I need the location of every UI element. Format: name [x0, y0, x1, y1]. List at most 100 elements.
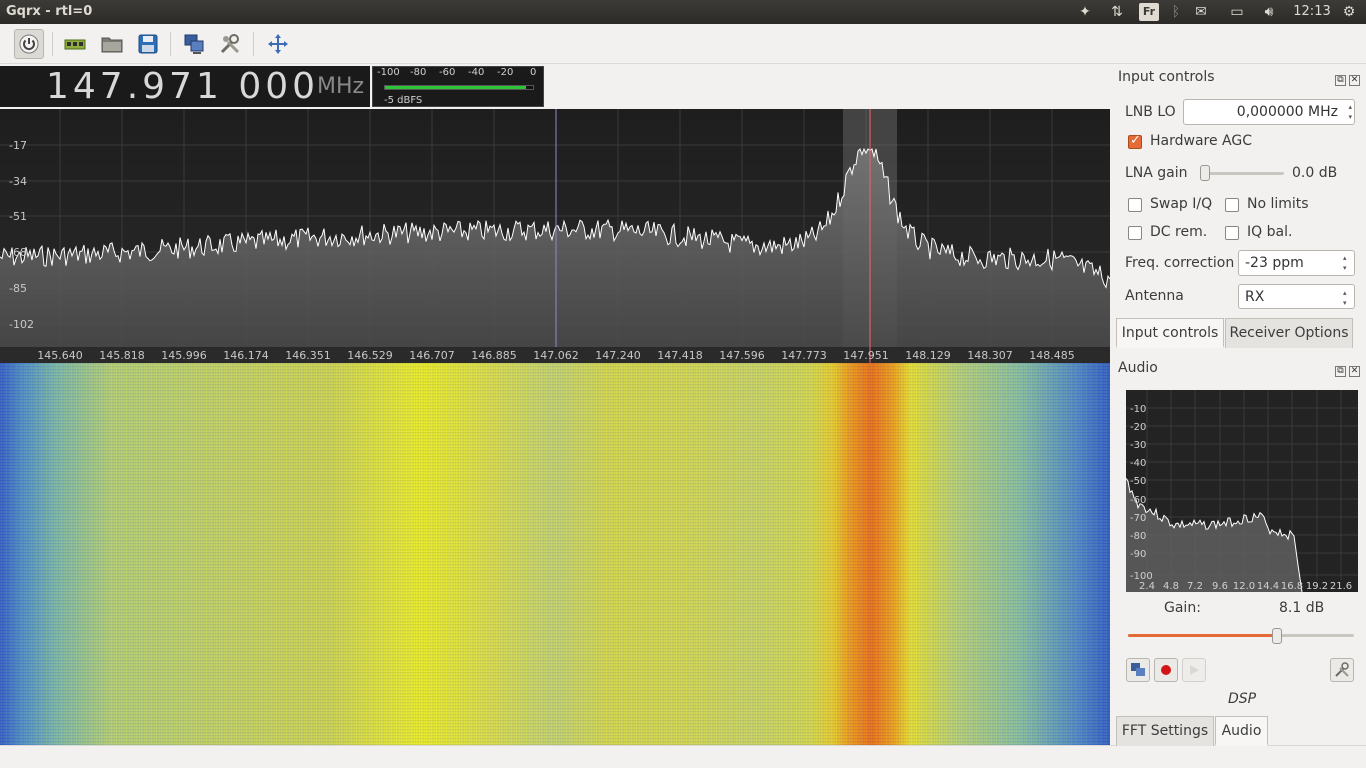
- spectrum-freq-label: 148.485: [1029, 349, 1075, 362]
- dc-rem-checkbox[interactable]: [1128, 226, 1142, 240]
- configure-button[interactable]: [215, 29, 245, 59]
- audio-gain-label: Gain:: [1164, 600, 1201, 616]
- audio-streaming-button[interactable]: [1126, 658, 1150, 682]
- spin-arrows-icon[interactable]: ▴ ▾: [1343, 253, 1352, 273]
- remote-control-icon: [184, 34, 204, 54]
- audio-play-button[interactable]: [1182, 658, 1206, 682]
- spectrum-db-label: -34: [9, 175, 27, 188]
- toolbar-separator: [253, 32, 254, 56]
- lna-gain-label: LNA gain: [1125, 165, 1188, 181]
- spectrum-freq-label: 145.640: [37, 349, 83, 362]
- fullscreen-arrows-icon: [268, 34, 288, 54]
- meter-scale-label: -100: [377, 67, 400, 78]
- spectrum-plot[interactable]: -17 -34 -51 -68 -85 -102 145.640 145.818 145.996…: [0, 109, 1110, 363]
- audio-options-button[interactable]: [1330, 658, 1354, 682]
- io-devices-button[interactable]: [60, 29, 90, 59]
- spin-arrows-icon[interactable]: ▴ ▾: [1343, 102, 1352, 122]
- meter-reading: -5 dBFS: [384, 95, 423, 106]
- audio-fft-plot: -10 -20 -30 -40 -50 -60 -70 -80 -90 -100 2.4 4.8 7.2…: [1125, 390, 1358, 593]
- top-panel: Gqrx - rtl=0 ✦ ⇅ Fr ᛒ ✉ ▭ 🔊︎ 12:13 ⚙: [0, 0, 1366, 24]
- close-icon[interactable]: ✕: [1349, 75, 1360, 86]
- tab-input-controls[interactable]: Input controls: [1116, 318, 1224, 348]
- spectrum-freq-label: 146.351: [285, 349, 331, 362]
- save-settings-button[interactable]: [133, 29, 163, 59]
- swap-iq-checkbox[interactable]: [1128, 198, 1142, 212]
- antenna-label: Antenna: [1125, 288, 1184, 304]
- toolbar-separator: [52, 32, 53, 56]
- audio-gain-handle[interactable]: [1272, 628, 1283, 644]
- close-icon[interactable]: ✕: [1349, 366, 1360, 377]
- hardware-agc-label: Hardware AGC: [1150, 133, 1252, 149]
- tab-audio[interactable]: Audio: [1215, 716, 1268, 746]
- spectrum-db-label: -51: [9, 210, 27, 223]
- audio-db-label: -30: [1130, 440, 1146, 451]
- main-toolbar: [0, 24, 1366, 64]
- frequency-display[interactable]: 147.971 000 MHz: [0, 66, 370, 107]
- lnb-lo-label: LNB LO: [1125, 104, 1176, 120]
- audio-db-label: -40: [1130, 458, 1146, 469]
- audio-fft-svg: -10-20-30-40-50-60-70-80-90-1002.4 4.8 7.2…: [1125, 390, 1358, 593]
- clock[interactable]: 12:13: [1292, 3, 1332, 21]
- window-title: Gqrx - rtl=0: [6, 4, 93, 19]
- meter-scale-label: -80: [410, 67, 427, 78]
- system-gear-icon[interactable]: ⚙: [1338, 3, 1360, 21]
- load-settings-button[interactable]: [97, 29, 127, 59]
- network-stream-icon: [1131, 663, 1145, 676]
- status-bar: [0, 745, 1366, 768]
- antenna-select[interactable]: RX ▴ ▾: [1238, 284, 1355, 309]
- meter-fill: [385, 86, 526, 89]
- keyboard-layout-indicator[interactable]: Fr: [1139, 3, 1159, 21]
- lnb-lo-field[interactable]: 0,000000 MHz ▴ ▾: [1183, 99, 1355, 125]
- start-dsp-button[interactable]: [14, 29, 44, 59]
- freq-correction-value: -23 ppm: [1245, 255, 1304, 271]
- audio-freq-label: 12.0: [1233, 581, 1255, 592]
- fullscreen-button[interactable]: [263, 29, 293, 59]
- audio-db-label: -90: [1130, 549, 1146, 560]
- remote-control-button[interactable]: [179, 29, 209, 59]
- audio-record-button[interactable]: [1154, 658, 1178, 682]
- tab-receiver-options[interactable]: Receiver Options: [1225, 318, 1353, 348]
- bluetooth-icon[interactable]: ᛒ: [1166, 3, 1186, 21]
- no-limits-checkbox[interactable]: [1225, 198, 1239, 212]
- lna-gain-value: 0.0 dB: [1292, 165, 1338, 181]
- spectrum-freq-label: 145.818: [99, 349, 145, 362]
- audio-title: Audio: [1118, 360, 1158, 376]
- open-folder-icon: [101, 37, 123, 53]
- audio-db-label: -70: [1130, 513, 1146, 524]
- float-icon[interactable]: ⧉: [1335, 366, 1346, 377]
- freq-correction-field[interactable]: -23 ppm ▴ ▾: [1238, 250, 1355, 276]
- configure-tools-icon: [220, 34, 240, 54]
- configure-tools-icon: [1335, 662, 1349, 677]
- spectrum-freq-label: 147.418: [657, 349, 703, 362]
- audio-db-label: -80: [1130, 531, 1146, 542]
- frequency-digits[interactable]: 147.971 000: [46, 66, 319, 107]
- audio-freq-label: 21.6: [1330, 581, 1352, 592]
- spectrum-db-label: -85: [9, 282, 27, 295]
- mail-icon[interactable]: ✉: [1190, 3, 1212, 21]
- spectrum-freq-label: 148.129: [905, 349, 951, 362]
- hardware-agc-checkbox[interactable]: [1128, 133, 1142, 149]
- play-icon: [1190, 665, 1199, 675]
- spectrum-freq-label: 147.596: [719, 349, 765, 362]
- antenna-value: RX: [1245, 289, 1265, 305]
- waterfall-display[interactable]: [0, 363, 1110, 745]
- audio-gain-slider[interactable]: [1128, 634, 1354, 637]
- tab-fft-settings[interactable]: FFT Settings: [1116, 716, 1214, 746]
- audio-gain-value: 8.1 dB: [1279, 600, 1325, 616]
- lnb-lo-value: 0,000000 MHz: [1236, 104, 1338, 120]
- dropbox-icon[interactable]: ✦: [1074, 3, 1096, 21]
- volume-icon[interactable]: 🔊︎: [1258, 3, 1280, 21]
- spectrum-db-label: -68: [9, 246, 27, 259]
- lna-gain-handle[interactable]: [1200, 165, 1210, 181]
- spectrum-freq-label: 146.885: [471, 349, 517, 362]
- audio-db-label: -50: [1130, 476, 1146, 487]
- iq-bal-checkbox[interactable]: [1225, 226, 1239, 240]
- lna-gain-slider[interactable]: [1202, 172, 1284, 175]
- spectrum-freq-label: 146.529: [347, 349, 393, 362]
- battery-icon[interactable]: ▭: [1224, 3, 1250, 21]
- audio-db-label: -10: [1130, 404, 1146, 415]
- float-icon[interactable]: ⧉: [1335, 75, 1346, 86]
- freq-correction-label: Freq. correction: [1125, 255, 1235, 271]
- network-transfer-icon[interactable]: ⇅: [1106, 3, 1128, 21]
- save-icon: [138, 34, 158, 54]
